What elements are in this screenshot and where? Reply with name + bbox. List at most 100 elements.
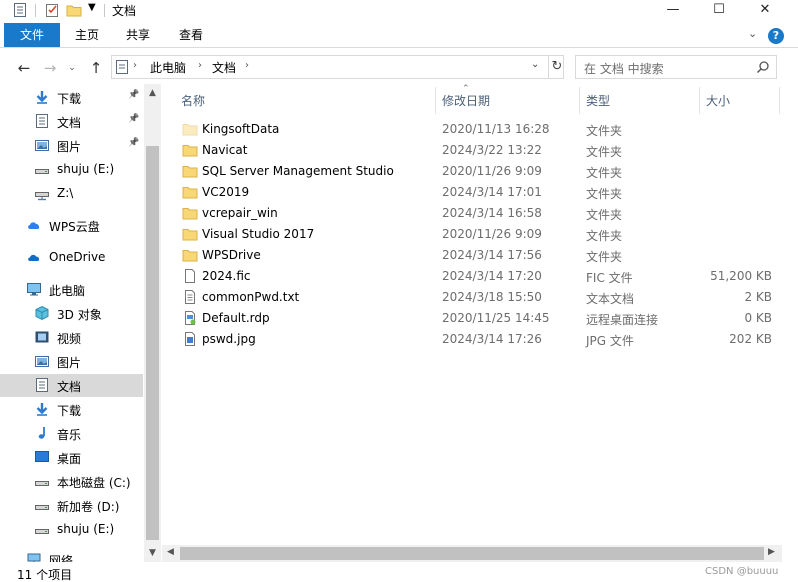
column-header-size[interactable]: 大小 xyxy=(706,92,730,109)
nav-item[interactable]: 下载 xyxy=(0,398,143,421)
nav-item[interactable]: 文档 xyxy=(0,374,143,397)
image-file-icon xyxy=(182,331,198,347)
nav-item[interactable]: 视频 xyxy=(0,326,143,349)
file-date: 2024/3/14 17:56 xyxy=(442,248,542,262)
scrollbar-thumb[interactable] xyxy=(180,547,764,560)
network-drive-icon xyxy=(34,185,50,201)
file-row[interactable]: Default.rdp 2020/11/25 14:45 远程桌面连接 0 KB xyxy=(162,308,782,329)
nav-item[interactable]: 3D 对象 xyxy=(0,302,143,325)
file-size: 0 KB xyxy=(744,311,772,325)
nav-item[interactable]: WPS云盘 xyxy=(0,214,143,237)
scroll-up-arrow-icon[interactable]: ▲ xyxy=(144,88,161,98)
nav-item[interactable]: 音乐 xyxy=(0,422,143,445)
nav-item[interactable]: shuju (E:) xyxy=(0,158,143,181)
file-date: 2020/11/25 14:45 xyxy=(442,311,550,325)
help-icon[interactable]: ? xyxy=(768,28,784,44)
tab-home[interactable]: 主页 xyxy=(66,23,108,47)
forward-arrow-icon[interactable]: → xyxy=(40,58,60,78)
scroll-left-arrow-icon[interactable]: ◀ xyxy=(167,547,174,557)
scroll-down-arrow-icon[interactable]: ▼ xyxy=(144,548,161,558)
nav-item[interactable]: 图片 xyxy=(0,350,143,373)
breadcrumb-chevron-icon[interactable]: › xyxy=(245,60,249,71)
back-arrow-icon[interactable]: ← xyxy=(14,58,34,78)
document-icon xyxy=(34,113,50,129)
pin-icon: 📌 xyxy=(128,90,140,100)
drive-icon xyxy=(34,521,50,537)
nav-item-label: 文档 xyxy=(57,116,82,130)
nav-item[interactable]: 此电脑 xyxy=(0,278,143,301)
nav-item[interactable]: 新加卷 (D:) xyxy=(0,494,143,517)
maximize-button[interactable]: ☐ xyxy=(696,0,742,22)
refresh-icon[interactable]: ↻ xyxy=(548,56,565,78)
watermark-text: CSDN @buuuu xyxy=(705,566,779,577)
nav-item[interactable]: 桌面 xyxy=(0,446,143,469)
file-list-horizontal-scrollbar[interactable]: ◀ ▶ xyxy=(162,545,782,562)
breadcrumb-this-pc[interactable]: 此电脑 xyxy=(150,59,186,76)
file-name: Visual Studio 2017 xyxy=(202,227,315,241)
address-bar[interactable]: › 此电脑 › 文档 › ⌄ ↻ xyxy=(111,55,564,79)
new-folder-icon[interactable] xyxy=(66,2,82,18)
file-row[interactable]: VC2019 2024/3/14 17:01 文件夹 xyxy=(162,182,782,203)
nav-item[interactable]: 下载 📌 xyxy=(0,86,143,109)
breadcrumb-chevron-icon[interactable]: › xyxy=(133,60,137,71)
nav-item-label: 桌面 xyxy=(57,452,82,466)
file-row[interactable]: 2024.fic 2024/3/14 17:20 FIC 文件 51,200 KB xyxy=(162,266,782,287)
nav-item-label: 此电脑 xyxy=(49,284,86,298)
column-header-name[interactable]: 名称 xyxy=(181,92,205,109)
folder-icon xyxy=(182,205,198,221)
column-header-date[interactable]: 修改日期 xyxy=(442,92,490,109)
onedrive-cloud-icon xyxy=(26,249,42,265)
nav-item[interactable]: Z:\ xyxy=(0,182,143,205)
drive-icon xyxy=(34,161,50,177)
nav-item[interactable]: shuju (E:) xyxy=(0,518,143,541)
file-name: VC2019 xyxy=(202,185,250,199)
search-icon[interactable] xyxy=(756,60,770,74)
recent-locations-chevron-icon[interactable]: ⌄ xyxy=(62,58,82,78)
scrollbar-thumb[interactable] xyxy=(146,146,159,540)
file-row[interactable]: KingsoftData 2020/11/13 16:28 文件夹 xyxy=(162,119,782,140)
file-type: FIC 文件 xyxy=(586,271,633,285)
ribbon-expand-chevron-icon[interactable]: ⌄ xyxy=(748,27,757,40)
address-dropdown-icon[interactable]: ⌄ xyxy=(531,59,539,70)
nav-item[interactable]: 本地磁盘 (C:) xyxy=(0,470,143,493)
file-name: 2024.fic xyxy=(202,269,251,283)
nav-item-label: 下载 xyxy=(57,92,82,106)
file-row[interactable]: WPSDrive 2024/3/14 17:56 文件夹 xyxy=(162,245,782,266)
quick-access-dropdown-icon[interactable]: ▼ xyxy=(88,2,96,13)
wps-cloud-icon xyxy=(26,217,42,233)
computer-icon xyxy=(26,281,42,297)
tab-file[interactable]: 文件 xyxy=(4,23,60,47)
properties-check-icon[interactable] xyxy=(44,2,60,18)
nav-item-label: 音乐 xyxy=(57,428,82,442)
tab-view[interactable]: 查看 xyxy=(170,23,212,47)
file-row[interactable]: pswd.jpg 2024/3/14 17:26 JPG 文件 202 KB xyxy=(162,329,782,350)
breadcrumb-documents[interactable]: 文档 xyxy=(212,59,236,76)
file-row[interactable]: SQL Server Management Studio 2020/11/26 9… xyxy=(162,161,782,182)
nav-item[interactable]: 文档 📌 xyxy=(0,110,143,133)
breadcrumb-chevron-icon[interactable]: › xyxy=(198,60,202,71)
column-header-type[interactable]: 类型 xyxy=(586,92,610,109)
close-button[interactable]: ✕ xyxy=(742,0,788,22)
nav-item-label: 图片 xyxy=(57,140,82,154)
nav-item-label: Z:\ xyxy=(57,186,74,200)
file-row[interactable]: Navicat 2024/3/22 13:22 文件夹 xyxy=(162,140,782,161)
nav-item[interactable]: OneDrive xyxy=(0,246,143,269)
scroll-right-arrow-icon[interactable]: ▶ xyxy=(768,547,775,557)
nav-item-label: 文档 xyxy=(57,380,82,394)
nav-item[interactable]: 图片 📌 xyxy=(0,134,143,157)
file-date: 2024/3/18 15:50 xyxy=(442,290,542,304)
file-date: 2024/3/14 16:58 xyxy=(442,206,542,220)
file-row[interactable]: Visual Studio 2017 2020/11/26 9:09 文件夹 xyxy=(162,224,782,245)
nav-item[interactable]: 网络 xyxy=(0,548,143,562)
up-arrow-icon[interactable]: ↑ xyxy=(86,58,106,78)
navigation-scrollbar[interactable]: ▲ ▼ xyxy=(144,84,161,562)
tab-share[interactable]: 共享 xyxy=(117,23,159,47)
search-input[interactable]: 在 文档 中搜索 xyxy=(575,55,777,79)
minimize-button[interactable]: — xyxy=(650,0,696,22)
file-row[interactable]: vcrepair_win 2024/3/14 16:58 文件夹 xyxy=(162,203,782,224)
file-row[interactable]: commonPwd.txt 2024/3/18 15:50 文本文档 2 KB xyxy=(162,287,782,308)
nav-item-label: shuju (E:) xyxy=(57,522,115,536)
file-size: 202 KB xyxy=(729,332,772,346)
explorer-doc-icon[interactable] xyxy=(12,2,28,18)
file-date: 2020/11/13 16:28 xyxy=(442,122,550,136)
